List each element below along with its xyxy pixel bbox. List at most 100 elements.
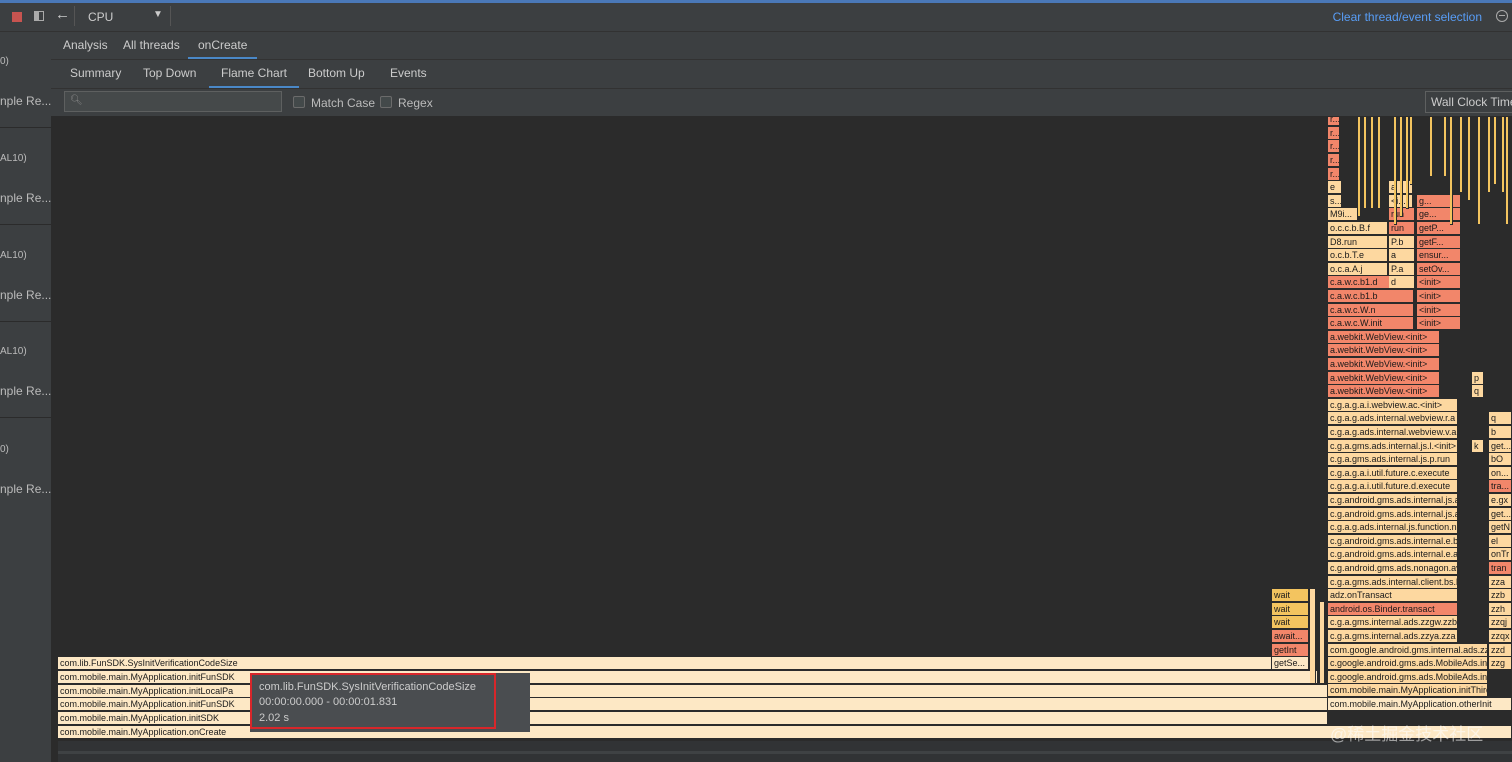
- flame-frame[interactable]: c.g.a.gms.ads.internal.js.p.run: [1328, 453, 1458, 467]
- flame-frame[interactable]: [1406, 117, 1409, 209]
- tab-oncreate[interactable]: onCreate: [187, 38, 258, 59]
- flame-frame[interactable]: com.mobile.main.MyApplication.initSDK: [58, 712, 1328, 725]
- session-item[interactable]: AL10) nple Re...: [0, 226, 51, 322]
- back-arrow-icon[interactable]: ←: [55, 6, 70, 23]
- flame-frame[interactable]: [1394, 117, 1397, 225]
- flame-frame[interactable]: q: [1472, 385, 1484, 399]
- tab-all-threads[interactable]: All threads: [123, 38, 180, 52]
- flame-frame[interactable]: P.a: [1389, 262, 1415, 276]
- tab-bottom-up[interactable]: Bottom Up: [308, 66, 365, 80]
- toggle-layout-icon[interactable]: [34, 11, 44, 21]
- flame-frame[interactable]: wait: [1272, 603, 1309, 616]
- flame-frame[interactable]: com.mobile.main.MyApplication.initThirdS…: [1328, 684, 1488, 698]
- flame-frame[interactable]: com.lib.FunSDK.SysInitVerificationCodeSi…: [58, 657, 1272, 670]
- flame-frame[interactable]: zza: [1489, 575, 1512, 589]
- match-case-checkbox[interactable]: [293, 96, 305, 108]
- flame-frame[interactable]: r...: [1328, 117, 1340, 127]
- flame-frame[interactable]: com.mobile.main.MyApplication.initLocalP…: [58, 685, 1328, 698]
- flame-frame[interactable]: P.b: [1389, 235, 1415, 249]
- flame-frame[interactable]: c.g.a.gms.internal.ads.zzya.zza: [1328, 630, 1458, 643]
- clear-selection-icon[interactable]: [1496, 10, 1508, 22]
- flame-frame[interactable]: run: [1389, 222, 1415, 235]
- flame-frame[interactable]: [1488, 117, 1491, 193]
- flame-frame[interactable]: [1478, 117, 1481, 225]
- flame-frame[interactable]: c.g.a.g.a.i.util.future.c.execute: [1328, 466, 1458, 480]
- flame-frame[interactable]: c.google.android.gms.ads.MobileAds.initi…: [1328, 670, 1488, 684]
- flame-frame[interactable]: q: [1489, 412, 1512, 426]
- flame-frame[interactable]: com.google.android.gms.internal.ads.zzzj: [1328, 643, 1488, 657]
- flame-frame[interactable]: <init>: [1417, 290, 1461, 303]
- clear-selection-link[interactable]: Clear thread/event selection: [1333, 10, 1482, 24]
- flame-chart[interactable]: com.mobile.main.MyApplication.onCreate c…: [58, 117, 1512, 740]
- flame-frame[interactable]: [1320, 602, 1325, 684]
- tab-analysis[interactable]: Analysis: [63, 38, 108, 52]
- flame-frame[interactable]: wait: [1272, 589, 1309, 602]
- flame-frame[interactable]: c.g.a.g.ads.internal.webview.r.a: [1328, 412, 1458, 426]
- flame-frame[interactable]: c.g.a.gms.internal.ads.zzgw.zzb: [1328, 616, 1458, 630]
- stop-recording-button[interactable]: [12, 12, 22, 22]
- flame-frame[interactable]: getInt: [1272, 644, 1309, 657]
- flame-frame[interactable]: c.g.android.gms.ads.internal.e.a: [1328, 548, 1458, 562]
- flame-frame[interactable]: o.c.b.T.e: [1328, 249, 1388, 263]
- profiler-select-label[interactable]: CPU: [88, 10, 113, 24]
- flame-frame[interactable]: get...: [1489, 507, 1512, 521]
- flame-frame[interactable]: <init>: [1417, 317, 1461, 331]
- flame-frame[interactable]: [1364, 117, 1367, 209]
- flame-frame[interactable]: c.g.android.gms.ads.internal.js.ai.a: [1328, 507, 1458, 521]
- session-item[interactable]: 0) nple Re...: [0, 420, 51, 516]
- flame-frame[interactable]: com.mobile.main.MyApplication.initFunSDK: [58, 698, 1328, 711]
- flame-frame[interactable]: zzd: [1489, 643, 1512, 657]
- flame-frame[interactable]: c.g.a.gms.ads.internal.client.bs.bO: [1328, 575, 1458, 589]
- flame-frame[interactable]: c.a.w.c.W.n: [1328, 303, 1414, 317]
- flame-frame[interactable]: [1310, 589, 1316, 684]
- scrollbar-track[interactable]: [58, 751, 1512, 754]
- flame-frame[interactable]: getSe...: [1272, 657, 1309, 670]
- flame-frame[interactable]: a.webkit.WebView.<init>: [1328, 358, 1440, 371]
- flame-frame[interactable]: [1371, 117, 1374, 209]
- flame-frame[interactable]: onTr: [1489, 548, 1512, 562]
- flame-frame[interactable]: zzg: [1489, 657, 1512, 671]
- flame-frame[interactable]: [1410, 117, 1413, 185]
- flame-frame[interactable]: r...: [1328, 126, 1340, 140]
- flame-frame[interactable]: b: [1489, 426, 1512, 439]
- flame-frame[interactable]: [1450, 117, 1453, 225]
- flame-frame[interactable]: bO: [1489, 453, 1512, 467]
- flame-frame[interactable]: c.g.a.g.ads.internal.webview.v.a: [1328, 426, 1458, 439]
- flame-frame[interactable]: [1430, 117, 1433, 177]
- flame-frame[interactable]: e.gx: [1489, 494, 1512, 507]
- flame-frame[interactable]: setOv...: [1417, 262, 1461, 276]
- flame-frame[interactable]: ge...: [1417, 208, 1461, 222]
- clock-type-dropdown[interactable]: Wall Clock Time: [1425, 91, 1512, 113]
- flame-frame[interactable]: c.g.android.gms.ads.nonagon.av.h: [1328, 562, 1458, 575]
- flame-frame[interactable]: zzqj: [1489, 616, 1512, 630]
- flame-frame[interactable]: adz.onTransact: [1328, 589, 1458, 603]
- flame-frame[interactable]: android.os.Binder.transact: [1328, 602, 1458, 616]
- flame-frame[interactable]: [1460, 117, 1463, 193]
- flame-frame[interactable]: getP...: [1417, 222, 1461, 235]
- tab-flame-chart[interactable]: Flame Chart: [208, 66, 300, 88]
- flame-frame[interactable]: [1400, 117, 1403, 217]
- flame-frame[interactable]: tran: [1489, 562, 1512, 575]
- tab-events[interactable]: Events: [390, 66, 427, 80]
- flame-frame[interactable]: on...: [1489, 466, 1512, 480]
- flame-frame[interactable]: getN: [1489, 521, 1512, 535]
- session-item[interactable]: 0) nple Re...: [0, 32, 51, 128]
- flame-frame[interactable]: wait: [1272, 616, 1309, 629]
- flame-frame[interactable]: <init>: [1417, 303, 1461, 317]
- flame-frame[interactable]: c.google.android.gms.ads.MobileAds.initi…: [1328, 657, 1488, 671]
- flame-frame[interactable]: [1358, 117, 1361, 217]
- flame-frame[interactable]: e: [1328, 181, 1342, 195]
- flame-frame[interactable]: [1468, 117, 1471, 201]
- flame-frame[interactable]: getF...: [1417, 235, 1461, 249]
- flame-frame[interactable]: c.g.a.gms.ads.internal.js.l.<init>: [1328, 439, 1458, 453]
- flame-frame[interactable]: el: [1489, 534, 1512, 548]
- flame-frame[interactable]: get...: [1489, 439, 1512, 453]
- session-item[interactable]: AL10) nple Re...: [0, 322, 51, 418]
- flame-frame[interactable]: zzh: [1489, 602, 1512, 616]
- flame-frame[interactable]: g...: [1417, 194, 1461, 208]
- flame-frame[interactable]: s...: [1328, 194, 1342, 208]
- flame-frame[interactable]: k: [1472, 439, 1484, 453]
- flame-frame[interactable]: [1506, 117, 1509, 225]
- flame-frame[interactable]: [1494, 117, 1497, 185]
- tab-top-down[interactable]: Top Down: [143, 66, 196, 80]
